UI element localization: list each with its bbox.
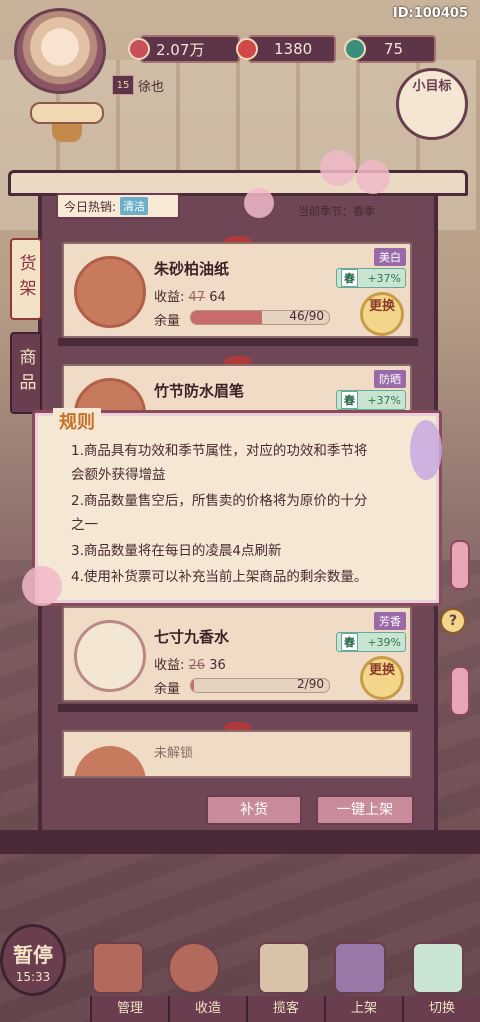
cherry-blossom-icon [244, 188, 274, 218]
shelf-base [0, 830, 480, 854]
swap-button[interactable]: 更换 [360, 292, 404, 336]
nav-attract[interactable]: 揽客 [246, 996, 324, 1022]
stock-label: 余量 [154, 682, 181, 697]
nav-manage[interactable]: 管理 [90, 996, 168, 1022]
goods-name: 七寸九香水 [154, 628, 230, 646]
manage-icon[interactable] [92, 942, 144, 994]
old-price: 47 [188, 290, 206, 305]
bottom-nav: 管理 收造 揽客 上架 切换 [90, 996, 480, 1022]
season-badge: 春 +37% [336, 268, 406, 288]
shelf-divider [58, 704, 418, 712]
rule-line: 1.商品具有功效和季节属性，对应的功效和季节将 [71, 443, 368, 459]
gem-resource[interactable]: 75 [344, 35, 436, 63]
hot-sale-label: 今日热销: [64, 199, 117, 214]
revenue-label: 收益: [154, 290, 185, 305]
old-price: 26 [188, 658, 206, 673]
rule-line: 2.商品数量售空后，所售卖的价格将为原价的十分 [71, 493, 368, 509]
restock-button[interactable]: 补货 [206, 795, 302, 825]
locked-icon [74, 746, 146, 776]
locked-label: 未解锁 [154, 746, 194, 761]
hot-sale-bar: 今日热销: 清洁 [56, 193, 180, 219]
rule-line: 3.商品数量将在每日的凌晨4点刷新 [71, 543, 282, 559]
goods-name: 朱砂柏油纸 [154, 260, 230, 278]
one-click-shelve-button[interactable]: 一键上架 [316, 795, 414, 825]
goods-revenue: 收益: 26 36 [154, 654, 226, 673]
reputation-resource[interactable]: 2.07万 [128, 35, 240, 63]
price: 36 [209, 658, 226, 673]
perfume-icon [74, 620, 146, 692]
season-badge: 春 +37% [336, 390, 406, 410]
reputation-value: 2.07万 [156, 40, 205, 59]
player-name: 徐也 [138, 80, 165, 95]
pause-label: 暂停 [13, 943, 53, 967]
nav-shelve[interactable]: 上架 [324, 996, 402, 1022]
revenue-label: 收益: [154, 658, 185, 673]
craft-icon[interactable] [168, 942, 220, 994]
lantern-icon [450, 540, 470, 590]
tab-shelf[interactable]: 货架 [10, 238, 42, 320]
lantern-icon [450, 666, 470, 716]
level-badge: 15 [112, 75, 134, 95]
pause-button[interactable]: 暂停 15:33 [0, 924, 66, 996]
shelf-divider [58, 338, 418, 346]
gem-value: 75 [384, 40, 404, 58]
stock-value: 46/90 [289, 309, 324, 323]
coin-value: 1380 [274, 40, 313, 58]
goods-name: 竹节防水眉笔 [154, 382, 245, 400]
goal-label: 小目标 [412, 79, 452, 94]
season-tag: 春 [341, 633, 358, 651]
goods-card[interactable]: 朱砂柏油纸 收益: 47 64 余量 46/90 美白 春 +37% 更换 [62, 242, 412, 338]
shelve-icon[interactable] [334, 942, 386, 994]
heart-icon [128, 38, 150, 60]
player-avatar[interactable] [14, 8, 106, 94]
effect-badge: 芳香 [374, 612, 406, 630]
hot-sale-tag: 清洁 [120, 197, 149, 215]
current-season: 当前季节：春季 [298, 205, 375, 218]
cherry-blossom-icon [22, 566, 62, 606]
rule-line: 之一 [71, 517, 98, 533]
oil-paper-icon [74, 256, 146, 328]
scroll-icon[interactable] [30, 102, 104, 124]
locked-slot[interactable]: 未解锁 [62, 730, 412, 778]
swap-button[interactable]: 更换 [360, 656, 404, 700]
goods-card[interactable]: 七寸九香水 收益: 26 36 余量 2/90 芳香 春 +39% 更换 [62, 606, 412, 702]
season-tag: 春 [341, 391, 358, 409]
nav-craft[interactable]: 收造 [168, 996, 246, 1022]
rule-line: 4.使用补货票可以补充当前上架商品的剩余数量。 [71, 569, 368, 585]
season-tag: 春 [341, 269, 358, 287]
rules-title: 规则 [53, 408, 101, 434]
price: 64 [209, 290, 226, 305]
tab-goods[interactable]: 商品 [10, 332, 42, 414]
attract-customer-icon[interactable] [258, 942, 310, 994]
coin-resource[interactable]: 1380 [236, 35, 336, 63]
coin-icon [236, 38, 258, 60]
goal-button[interactable]: 小目标 [396, 68, 468, 140]
stock-value: 2/90 [297, 677, 324, 691]
switch-icon[interactable] [412, 942, 464, 994]
stock-label: 余量 [154, 314, 181, 329]
rule-line: 会额外获得增益 [71, 467, 166, 483]
scroll-tassel-icon [52, 124, 82, 142]
player-id: ID:100405 [392, 6, 468, 21]
goods-revenue: 收益: 47 64 [154, 286, 226, 305]
rules-panel: 规则 1.商品具有功效和季节属性，对应的功效和季节将 会额外获得增益 2.商品数… [32, 408, 442, 606]
nav-switch[interactable]: 切换 [402, 996, 480, 1022]
season-bonus: +39% [367, 635, 401, 649]
effect-badge: 防晒 [374, 370, 406, 388]
season-bonus: +37% [367, 271, 401, 285]
effect-badge: 美白 [374, 248, 406, 266]
cherry-blossom-icon [356, 160, 390, 194]
clock: 15:33 [15, 970, 51, 984]
cherry-blossom-icon [320, 150, 356, 186]
wisteria-icon [410, 420, 442, 480]
season-badge: 春 +39% [336, 632, 406, 652]
season-bonus: +37% [367, 393, 401, 407]
gem-icon [344, 38, 366, 60]
help-button[interactable]: ? [440, 608, 466, 634]
